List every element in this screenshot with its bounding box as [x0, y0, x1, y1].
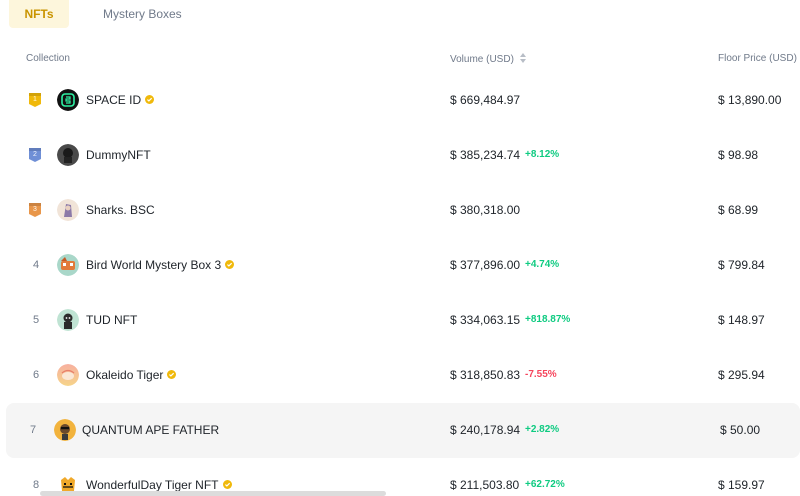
bird-world-avatar	[57, 254, 79, 276]
collection-name-text: DummyNFT	[86, 148, 151, 162]
collection-name[interactable]: SPACE ID	[86, 93, 155, 107]
tab-nfts[interactable]: NFTs	[9, 0, 69, 28]
collection-name-text: Sharks. BSC	[86, 203, 155, 217]
collection-name[interactable]: Bird World Mystery Box 3	[86, 258, 235, 272]
rank-number: 5	[32, 314, 40, 326]
collection-name[interactable]: Okaleido Tiger	[86, 368, 177, 382]
collection-name[interactable]: QUANTUM APE FATHER	[82, 423, 219, 437]
volume-change: +818.87%	[525, 314, 571, 325]
column-header-volume[interactable]: Volume (USD)	[450, 53, 526, 65]
rank-number: 2	[33, 151, 37, 158]
table-header: Collection Volume (USD) Floor Price (USD…	[0, 48, 800, 70]
verified-icon	[222, 480, 232, 489]
collection-name-text: Okaleido Tiger	[86, 368, 164, 382]
volume-value: $ 318,850.83	[450, 368, 521, 382]
rank-gold-badge-icon: 1	[27, 92, 43, 108]
volume-change: +2.82%	[525, 424, 560, 435]
rank-number: 4	[32, 259, 40, 271]
floor-price-value: $ 68.99	[718, 203, 759, 217]
rank-silver-badge-icon: 2	[27, 147, 43, 163]
volume-value: $ 380,318.00	[450, 203, 521, 217]
volume-value: $ 211,503.80	[450, 478, 520, 492]
volume-change: +8.12%	[525, 149, 560, 160]
collection-table-body: 1 SPACE ID $ 669,484.97 $ 13,890.00 2 DummyNF…	[0, 73, 800, 496]
okaleido-tiger-avatar	[57, 364, 79, 386]
rank-number: 7	[29, 424, 37, 436]
table-row[interactable]: 3 Sharks. BSC $ 380,318.00 $ 68.99	[0, 183, 800, 238]
floor-price-value: $ 148.97	[718, 313, 765, 327]
collection-name-text: WonderfulDay Tiger NFT	[86, 478, 219, 492]
space-id-avatar	[57, 89, 79, 111]
quantum-ape-avatar	[54, 419, 76, 441]
volume-value: $ 334,063.15	[450, 313, 521, 327]
table-row[interactable]: 1 SPACE ID $ 669,484.97 $ 13,890.00	[0, 73, 800, 128]
nft-rankings-page: NFTs Mystery Boxes Collection Volume (US…	[0, 0, 800, 496]
volume-change: +4.74%	[525, 259, 560, 270]
volume-value: $ 377,896.00	[450, 258, 521, 272]
verified-icon	[145, 95, 155, 104]
floor-price-value: $ 13,890.00	[718, 93, 782, 107]
tab-mystery-boxes[interactable]: Mystery Boxes	[103, 0, 182, 28]
sort-icon[interactable]	[519, 53, 526, 63]
column-header-collection: Collection	[26, 53, 70, 64]
column-header-floor-price: Floor Price (USD)	[718, 53, 797, 64]
floor-price-value: $ 159.97	[718, 478, 765, 492]
collection-name-text: Bird World Mystery Box 3	[86, 258, 222, 272]
collection-name-text: QUANTUM APE FATHER	[82, 423, 220, 437]
volume-value: $ 240,178.94	[450, 423, 521, 437]
dummynft-avatar	[57, 144, 79, 166]
rank-number: 3	[33, 206, 37, 213]
tud-nft-avatar	[57, 309, 79, 331]
volume-change: -7.55%	[525, 369, 557, 380]
floor-price-value: $ 50.00	[720, 423, 761, 437]
table-row[interactable]: 4 Bird World Mystery Box 3 $ 377,896.00 +4.…	[0, 238, 800, 293]
collection-name[interactable]: DummyNFT	[86, 148, 151, 162]
volume-value: $ 385,234.74	[450, 148, 521, 162]
collection-name-text: TUD NFT	[86, 313, 138, 327]
floor-price-value: $ 98.98	[718, 148, 759, 162]
floor-price-value: $ 295.94	[718, 368, 765, 382]
rank-number: 1	[33, 96, 37, 103]
collection-name[interactable]: Sharks. BSC	[86, 203, 155, 217]
verified-icon	[225, 260, 235, 269]
verified-icon	[167, 370, 177, 379]
column-header-volume-label: Volume (USD)	[450, 54, 514, 65]
rank-bronze-badge-icon: 3	[27, 202, 43, 218]
table-row[interactable]: 2 DummyNFT $ 385,234.74 +8.12% $ 98.98	[0, 128, 800, 183]
rank-number: 6	[32, 369, 40, 381]
table-row[interactable]: 5 TUD NFT $ 334,063.15 +818.87% $ 148.97	[0, 293, 800, 348]
volume-change: +62.72%	[525, 479, 565, 490]
sharks-avatar	[57, 199, 79, 221]
table-row[interactable]: 6 Okaleido Tiger $ 318,850.83 -7.55% $ 295.9…	[0, 348, 800, 403]
tab-bar: NFTs Mystery Boxes	[0, 0, 800, 28]
floor-price-value: $ 799.84	[718, 258, 765, 272]
volume-value: $ 669,484.97	[450, 93, 521, 107]
collection-name[interactable]: WonderfulDay Tiger NFT	[86, 478, 232, 492]
collection-name-text: SPACE ID	[86, 93, 142, 107]
horizontal-scrollbar[interactable]	[40, 491, 386, 496]
table-row[interactable]: 7 QUANTUM APE FATHER $ 240,178.94 +2.82% $ 5…	[6, 403, 800, 458]
collection-name[interactable]: TUD NFT	[86, 313, 137, 327]
